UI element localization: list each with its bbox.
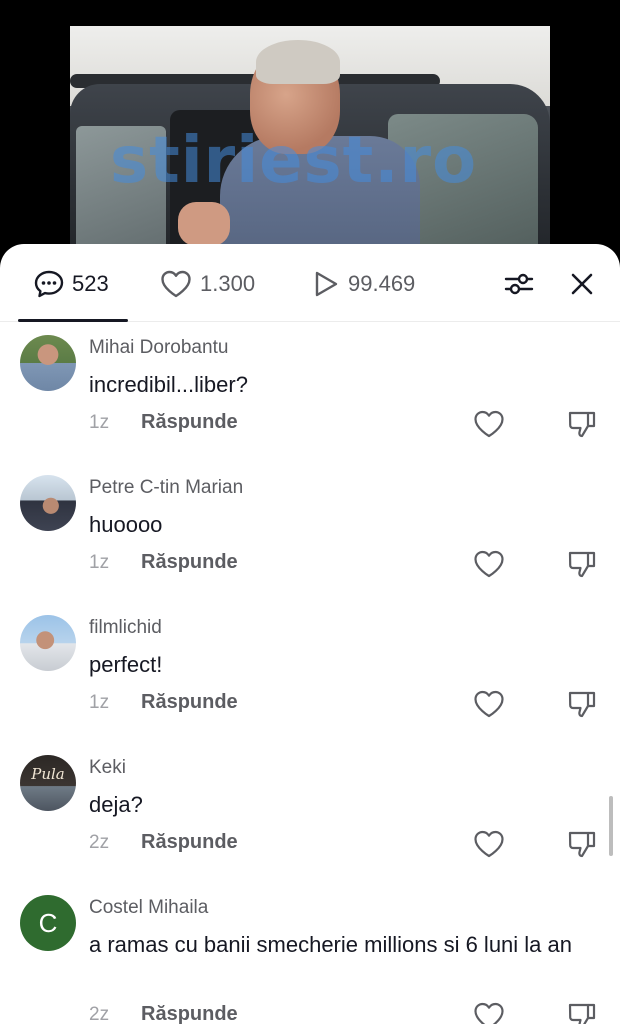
avatar[interactable] <box>20 335 76 391</box>
avatar[interactable] <box>20 475 76 531</box>
filter-button[interactable] <box>503 268 535 300</box>
dislike-button[interactable] <box>567 829 597 859</box>
views-count: 99.469 <box>348 271 416 296</box>
dislike-button[interactable] <box>567 549 597 579</box>
comment-text: incredibil...liber? <box>89 372 248 397</box>
comment-time: 1z <box>89 692 110 713</box>
heart-icon <box>474 1002 504 1024</box>
comment-time: 2z <box>89 1004 110 1024</box>
close-button[interactable] <box>566 268 598 300</box>
comment-text: huoooo <box>89 512 163 537</box>
reply-button[interactable]: Răspunde <box>141 551 238 574</box>
heart-icon <box>161 270 191 298</box>
comment-item: filmlichid perfect! 1z Răspunde <box>0 607 620 747</box>
comment-item: Petre C-tin Marian huoooo 1z Răspunde <box>0 467 620 607</box>
heart-icon <box>474 550 504 578</box>
likes-count: 1.300 <box>200 271 256 296</box>
thumbs-down-icon <box>568 831 596 858</box>
reply-button[interactable]: Răspunde <box>141 691 238 714</box>
comment-text: a ramas cu banii smecherie millions si 6… <box>89 932 572 957</box>
comment-username[interactable]: Costel Mihaila <box>89 897 208 919</box>
avatar[interactable]: C <box>20 895 76 951</box>
comment-item: C Costel Mihaila a ramas cu banii smeche… <box>0 887 620 1024</box>
like-button[interactable] <box>473 549 505 579</box>
comment-username[interactable]: filmlichid <box>89 617 162 639</box>
comments-count: 523 <box>72 271 109 296</box>
reply-button[interactable]: Răspunde <box>141 411 238 434</box>
video-player[interactable]: stiriest.ro <box>0 0 620 270</box>
play-icon <box>315 271 338 297</box>
tab-likes[interactable]: 1.300 <box>160 270 255 298</box>
comment-bubble-icon <box>34 270 64 298</box>
thumbs-down-icon <box>568 691 596 718</box>
scrollbar[interactable] <box>609 796 613 856</box>
tab-views[interactable]: 99.469 <box>312 270 415 298</box>
tab-comments[interactable]: 523 <box>34 270 109 298</box>
heart-icon <box>474 410 504 438</box>
comment-item: Mihai Dorobantu incredibil...liber? 1z R… <box>0 327 620 467</box>
comment-username[interactable]: Mihai Dorobantu <box>89 337 228 359</box>
video-frame: stiriest.ro <box>70 26 550 270</box>
comment-username[interactable]: Petre C-tin Marian <box>89 477 243 499</box>
stats-tabs: 523 1.300 99.469 <box>0 244 620 322</box>
close-icon <box>571 273 593 295</box>
filter-sliders-icon <box>504 273 534 295</box>
like-button[interactable] <box>473 829 505 859</box>
avatar[interactable] <box>20 615 76 671</box>
comment-username[interactable]: Keki <box>89 757 126 779</box>
like-button[interactable] <box>473 689 505 719</box>
heart-icon <box>474 830 504 858</box>
comments-sheet: 523 1.300 99.469 Mihai Dorobantu incredi… <box>0 244 620 1024</box>
comment-item: Pula Keki deja? 2z Răspunde <box>0 747 620 887</box>
thumbs-down-icon <box>568 551 596 578</box>
avatar-letter: C <box>38 907 58 938</box>
person-hand <box>178 202 230 246</box>
comment-text: deja? <box>89 792 143 817</box>
reply-button[interactable]: Răspunde <box>141 1003 238 1024</box>
thumbs-down-icon <box>568 411 596 438</box>
like-button[interactable] <box>473 409 505 439</box>
active-tab-indicator <box>18 319 128 322</box>
person-hair <box>256 40 340 84</box>
dislike-button[interactable] <box>567 409 597 439</box>
avatar-logo-text: Pula <box>31 765 65 783</box>
like-button[interactable] <box>473 1001 505 1024</box>
comment-time: 1z <box>89 552 110 573</box>
dislike-button[interactable] <box>567 1001 597 1024</box>
comment-time: 1z <box>89 412 110 433</box>
reply-button[interactable]: Răspunde <box>141 831 238 854</box>
comment-text: perfect! <box>89 652 163 677</box>
comment-time: 2z <box>89 832 110 853</box>
watermark: stiriest.ro <box>110 124 478 198</box>
heart-icon <box>474 690 504 718</box>
thumbs-down-icon <box>568 1003 596 1024</box>
avatar[interactable]: Pula <box>20 755 76 811</box>
dislike-button[interactable] <box>567 689 597 719</box>
